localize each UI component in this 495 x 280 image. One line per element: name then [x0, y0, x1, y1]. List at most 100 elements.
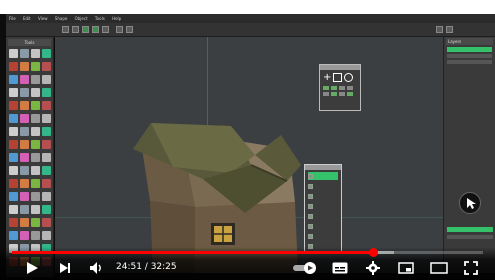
toolbar-button[interactable]: [126, 26, 133, 33]
tool-icon[interactable]: [9, 62, 18, 71]
tool-icon[interactable]: [20, 166, 29, 175]
tool-icon[interactable]: [9, 166, 18, 175]
tool-icon[interactable]: [31, 101, 40, 110]
tool-icon[interactable]: [20, 114, 29, 123]
tool-icon[interactable]: [42, 127, 51, 136]
layer-row-active[interactable]: [447, 227, 493, 232]
toolbar-button[interactable]: [446, 26, 453, 33]
toolbar-button[interactable]: [82, 26, 89, 33]
tool-icon[interactable]: [20, 62, 29, 71]
tool-icon[interactable]: [20, 49, 29, 58]
tool-icon[interactable]: [42, 62, 51, 71]
tool-icon[interactable]: [42, 179, 51, 188]
theater-mode-button[interactable]: [428, 258, 450, 278]
play-button[interactable]: [22, 258, 42, 278]
scale-icon[interactable]: [333, 73, 343, 82]
tool-icon[interactable]: [42, 192, 51, 201]
progress-scrubber-handle[interactable]: [368, 248, 378, 257]
toolbar-button[interactable]: [116, 26, 123, 33]
tool-icon[interactable]: [42, 166, 51, 175]
tool-icon[interactable]: [20, 153, 29, 162]
tool-icon[interactable]: [31, 49, 40, 58]
layer-row[interactable]: [447, 235, 493, 239]
tool-icon[interactable]: [20, 192, 29, 201]
subtitles-button[interactable]: [330, 258, 350, 278]
tool-icon[interactable]: [20, 218, 29, 227]
move-icon[interactable]: +: [323, 73, 331, 83]
tool-icon[interactable]: [31, 179, 40, 188]
tool-icon[interactable]: [31, 127, 40, 136]
tool-icon[interactable]: [31, 231, 40, 240]
tool-icon[interactable]: [20, 205, 29, 214]
selection-option[interactable]: [308, 182, 338, 190]
tool-icon[interactable]: [31, 88, 40, 97]
tool-icon[interactable]: [20, 140, 29, 149]
tool-icon[interactable]: [31, 192, 40, 201]
house-model[interactable]: [55, 37, 443, 273]
tool-icon[interactable]: [9, 192, 18, 201]
transform-tool-window[interactable]: +: [319, 64, 361, 111]
tool-icon[interactable]: [9, 218, 18, 227]
menu-item[interactable]: View: [35, 16, 51, 21]
settings-button[interactable]: [363, 258, 383, 278]
tool-icon[interactable]: [42, 218, 51, 227]
toolbar-button[interactable]: [92, 26, 99, 33]
layer-row-active[interactable]: [447, 47, 492, 52]
tool-icon[interactable]: [31, 114, 40, 123]
progress-bar[interactable]: [12, 248, 483, 257]
cursor-tool-button[interactable]: [459, 192, 481, 214]
tool-icon[interactable]: [9, 49, 18, 58]
next-button[interactable]: [55, 258, 75, 278]
fullscreen-button[interactable]: [461, 258, 481, 278]
toolbar-button[interactable]: [72, 26, 79, 33]
menu-item[interactable]: Help: [109, 16, 124, 21]
tool-icon[interactable]: [9, 88, 18, 97]
menu-item[interactable]: Shape: [52, 16, 71, 21]
video-frame[interactable]: File Edit View Shape Object Tools Help T…: [0, 14, 495, 280]
tool-icon[interactable]: [9, 127, 18, 136]
tool-icon[interactable]: [9, 153, 18, 162]
tool-icon[interactable]: [42, 75, 51, 84]
selection-option[interactable]: [308, 222, 338, 230]
tool-icon[interactable]: [9, 140, 18, 149]
tool-icon[interactable]: [31, 75, 40, 84]
tool-icon[interactable]: [31, 218, 40, 227]
tool-icon[interactable]: [42, 101, 51, 110]
layer-row[interactable]: [447, 60, 492, 64]
tool-icon[interactable]: [42, 205, 51, 214]
tool-icon[interactable]: [42, 153, 51, 162]
tool-icon[interactable]: [42, 140, 51, 149]
tool-icon[interactable]: [9, 75, 18, 84]
tool-icon[interactable]: [9, 101, 18, 110]
menu-item[interactable]: Object: [72, 16, 91, 21]
menu-item[interactable]: Tools: [92, 16, 108, 21]
selection-option[interactable]: [308, 202, 338, 210]
tool-icon[interactable]: [9, 114, 18, 123]
tool-icon[interactable]: [20, 179, 29, 188]
selection-options-window[interactable]: [304, 164, 342, 252]
selection-option[interactable]: [308, 232, 338, 240]
tool-icon[interactable]: [20, 75, 29, 84]
autoplay-toggle[interactable]: [292, 258, 318, 278]
tool-icon[interactable]: [31, 205, 40, 214]
tool-icon[interactable]: [31, 166, 40, 175]
tool-icon[interactable]: [42, 231, 51, 240]
selection-window-header[interactable]: [305, 165, 341, 170]
volume-button[interactable]: [86, 258, 106, 278]
3d-viewport[interactable]: +: [55, 37, 443, 273]
rotate-icon[interactable]: [344, 73, 354, 82]
tool-icon[interactable]: [42, 114, 51, 123]
toolbar-button[interactable]: [102, 26, 109, 33]
tool-icon[interactable]: [42, 49, 51, 58]
selection-option[interactable]: [308, 212, 338, 220]
toolbar-button[interactable]: [436, 26, 443, 33]
toolbar-button[interactable]: [62, 26, 69, 33]
tool-icon[interactable]: [20, 101, 29, 110]
menu-item[interactable]: File: [6, 16, 19, 21]
tool-icon[interactable]: [9, 179, 18, 188]
tool-icon[interactable]: [20, 127, 29, 136]
tool-icon[interactable]: [42, 88, 51, 97]
tool-icon[interactable]: [9, 231, 18, 240]
layer-row[interactable]: [447, 54, 492, 58]
tool-icon[interactable]: [31, 140, 40, 149]
